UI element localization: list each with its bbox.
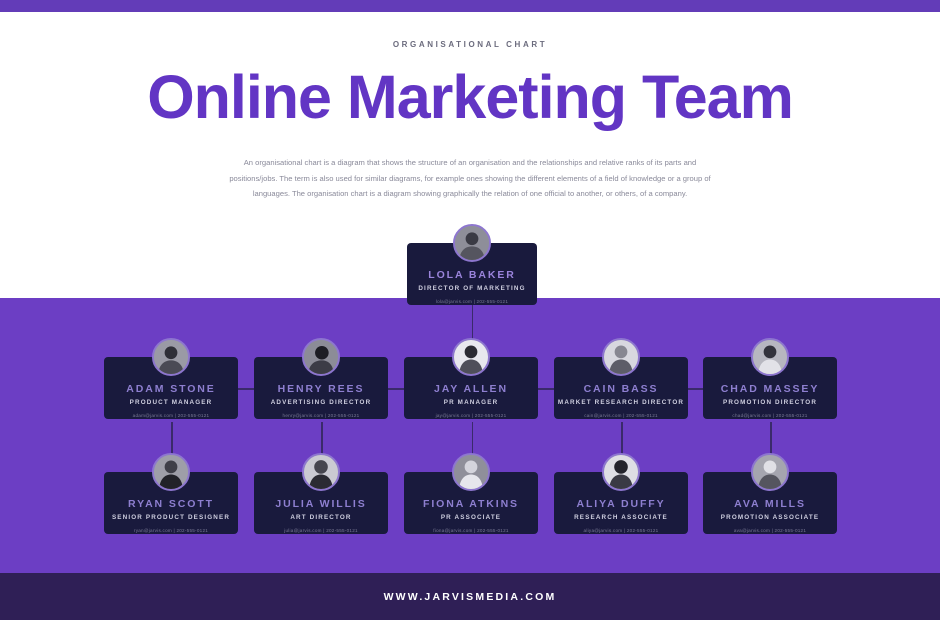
person-name: JAY ALLEN bbox=[434, 383, 508, 395]
org-card-jay-allen[interactable]: JAY ALLEN PR MANAGER jay@jarvis.com | 20… bbox=[404, 338, 538, 419]
person-avatar-icon bbox=[751, 453, 789, 491]
person-role: ART DIRECTOR bbox=[290, 514, 352, 521]
person-role: MARKET RESEARCH DIRECTOR bbox=[557, 399, 685, 406]
person-contact: chad@jarvis.com | 202-555-0121 bbox=[732, 413, 808, 418]
person-name: AVA MILLS bbox=[734, 498, 806, 510]
org-card-ryan-scott[interactable]: RYAN SCOTT SENIOR PRODUCT DESIGNER ryan@… bbox=[104, 453, 238, 534]
org-card-chad-massey[interactable]: CHAD MASSEY PROMOTION DIRECTOR chad@jarv… bbox=[703, 338, 837, 419]
person-avatar-icon bbox=[152, 338, 190, 376]
person-avatar-icon bbox=[302, 453, 340, 491]
person-contact: lola@jarvis.com | 202-555-0121 bbox=[435, 299, 509, 304]
person-contact: julia@jarvis.com | 202-555-0121 bbox=[284, 528, 358, 533]
person-contact: cain@jarvis.com | 202-555-0121 bbox=[584, 413, 658, 418]
org-card-adam-stone[interactable]: ADAM STONE PRODUCT MANAGER adam@jarvis.c… bbox=[104, 338, 238, 419]
person-role: PR ASSOCIATE bbox=[440, 514, 502, 521]
person-name: RYAN SCOTT bbox=[128, 498, 214, 510]
person-name: FIONA ATKINS bbox=[423, 498, 519, 510]
person-contact: aliya@jarvis.com | 202-555-0121 bbox=[583, 528, 659, 533]
person-role: PROMOTION DIRECTOR bbox=[722, 399, 818, 406]
person-name: ADAM STONE bbox=[126, 383, 216, 395]
person-name: LOLA BAKER bbox=[428, 269, 516, 281]
org-card-julia-willis[interactable]: JULIA WILLIS ART DIRECTOR julia@jarvis.c… bbox=[254, 453, 388, 534]
org-card-henry-rees[interactable]: HENRY REES ADVERTISING DIRECTOR henry@ja… bbox=[254, 338, 388, 419]
person-avatar-icon bbox=[751, 338, 789, 376]
person-name: CAIN BASS bbox=[583, 383, 659, 395]
person-role: SENIOR PRODUCT DESIGNER bbox=[111, 514, 231, 521]
person-role: PRODUCT MANAGER bbox=[129, 399, 213, 406]
person-name: HENRY REES bbox=[277, 383, 365, 395]
person-role: PROMOTION ASSOCIATE bbox=[720, 514, 820, 521]
person-avatar-icon bbox=[452, 453, 490, 491]
person-avatar-icon bbox=[302, 338, 340, 376]
org-card-fiona-atkins[interactable]: FIONA ATKINS PR ASSOCIATE fiona@jarvis.c… bbox=[404, 453, 538, 534]
person-role: PR MANAGER bbox=[443, 399, 499, 406]
person-avatar-icon bbox=[452, 338, 490, 376]
person-role: DIRECTOR OF MARKETING bbox=[418, 285, 526, 292]
org-card-root[interactable]: LOLA BAKER DIRECTOR OF MARKETING lola@ja… bbox=[407, 224, 537, 305]
person-contact: adam@jarvis.com | 202-555-0121 bbox=[132, 413, 210, 418]
person-name: ALIYA DUFFY bbox=[576, 498, 666, 510]
person-contact: ryan@jarvis.com | 202-555-0121 bbox=[133, 528, 209, 533]
person-contact: henry@jarvis.com | 202-555-0121 bbox=[282, 413, 360, 418]
org-card-aliya-duffy[interactable]: ALIYA DUFFY RESEARCH ASSOCIATE aliya@jar… bbox=[554, 453, 688, 534]
person-name: CHAD MASSEY bbox=[720, 383, 820, 395]
person-avatar-icon bbox=[152, 453, 190, 491]
person-avatar-icon bbox=[453, 224, 491, 262]
person-avatar-icon bbox=[602, 453, 640, 491]
person-contact: ava@jarvis.com | 202-555-0121 bbox=[733, 528, 807, 533]
person-role: ADVERTISING DIRECTOR bbox=[270, 399, 372, 406]
org-card-cain-bass[interactable]: CAIN BASS MARKET RESEARCH DIRECTOR cain@… bbox=[554, 338, 688, 419]
person-role: RESEARCH ASSOCIATE bbox=[574, 514, 668, 521]
person-contact: jay@jarvis.com | 202-555-0121 bbox=[435, 413, 507, 418]
org-card-ava-mills[interactable]: AVA MILLS PROMOTION ASSOCIATE ava@jarvis… bbox=[703, 453, 837, 534]
person-name: JULIA WILLIS bbox=[275, 498, 367, 510]
org-chart: LOLA BAKER DIRECTOR OF MARKETING lola@ja… bbox=[0, 0, 940, 620]
person-avatar-icon bbox=[602, 338, 640, 376]
person-contact: fiona@jarvis.com | 202-555-0121 bbox=[433, 528, 509, 533]
